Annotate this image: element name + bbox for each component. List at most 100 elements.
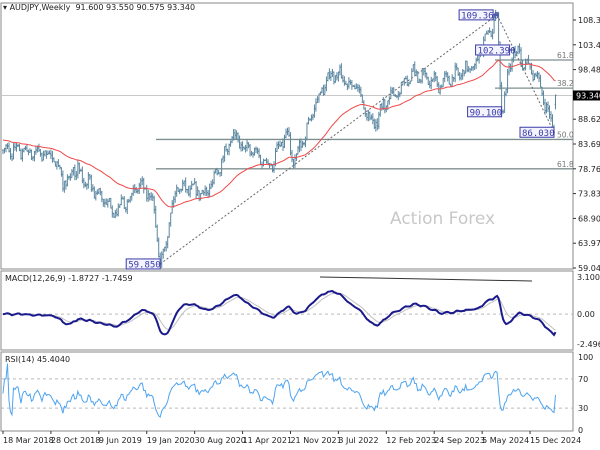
price-bar	[262, 158, 265, 167]
fib-level-label: 38.2	[557, 79, 574, 88]
price-bar	[538, 72, 541, 83]
symbol-label: AUDJPY,Weekly	[9, 3, 71, 12]
price-bar	[145, 184, 148, 202]
price-bar	[535, 72, 538, 78]
price-bar	[325, 76, 328, 92]
price-bar	[550, 111, 553, 122]
price-bar	[63, 180, 66, 193]
price-bar	[316, 96, 319, 104]
price-bar	[379, 103, 382, 117]
price-bar	[181, 179, 184, 191]
price-bar	[190, 180, 193, 190]
price-bar	[15, 142, 18, 152]
price-bar	[228, 143, 231, 156]
price-label: 102.390	[475, 44, 516, 56]
price-bar	[193, 178, 196, 185]
price-bar	[355, 83, 358, 90]
price-bar	[184, 177, 187, 193]
price-bar	[105, 198, 108, 205]
price-label-text: 86.030	[522, 129, 555, 139]
price-bar	[454, 62, 457, 83]
price-bar	[424, 67, 427, 78]
price-bar	[284, 128, 287, 139]
price-bar	[458, 72, 461, 81]
price-bar	[539, 74, 542, 88]
chart-canvas[interactable]: Action Forex 61.8 38.2 50.0 61.8 109.360 102.…	[0, 0, 600, 450]
price-bar	[313, 104, 316, 118]
price-bar	[358, 84, 361, 94]
price-bar	[241, 141, 244, 152]
y-tick-label: 88.625	[578, 115, 600, 124]
price-bar	[93, 186, 96, 199]
price-bar	[153, 195, 156, 214]
price-bar	[314, 98, 317, 112]
price-label-text: 102.390	[478, 46, 516, 56]
price-bar	[189, 185, 192, 198]
price-bar	[442, 77, 445, 88]
price-bar	[455, 63, 458, 71]
price-bar	[407, 81, 410, 87]
price-bar	[301, 140, 304, 148]
x-tick-label: 18 Mar 2018	[3, 436, 54, 445]
price-bar	[115, 208, 118, 217]
price-bar	[506, 68, 509, 94]
price-bar	[485, 30, 488, 35]
price-bar	[448, 75, 451, 85]
y-tick-label: 83.695	[578, 140, 600, 149]
price-bar	[91, 184, 94, 192]
price-bar	[219, 171, 222, 177]
price-bar	[365, 112, 368, 121]
price-bar	[338, 64, 341, 76]
price-bar	[96, 189, 99, 195]
main-panel-border	[0, 2, 574, 270]
price-bar	[37, 143, 40, 152]
price-bar	[238, 135, 241, 149]
price-bar	[25, 144, 28, 152]
price-bar	[547, 101, 550, 113]
x-tick-label: 9 Jun 2019	[99, 436, 142, 445]
price-bar	[147, 189, 150, 202]
price-bar	[374, 119, 377, 132]
price-bar	[310, 114, 313, 122]
macd-header: MACD(12,26,9) -1.8727 -1.7459	[5, 274, 133, 283]
watermark: Action Forex	[390, 209, 495, 229]
macd-y-tick-label: 3.1006	[577, 273, 600, 282]
current-price-tag-text: 93.340	[576, 91, 600, 100]
price-label-text: 90.100	[470, 108, 503, 118]
rsi-y-tick-label: 0	[578, 426, 583, 435]
price-bar	[154, 205, 157, 228]
price-bar	[433, 70, 436, 83]
price-bar	[82, 177, 85, 189]
x-tick-label: 12 Feb 2023	[386, 436, 436, 445]
collapse-triangle-icon[interactable]: ▾	[3, 3, 7, 12]
price-bar	[157, 237, 160, 258]
price-bar	[70, 169, 73, 179]
price-bar	[551, 114, 554, 128]
rsi-panel-border	[0, 351, 574, 432]
price-bar	[72, 167, 75, 176]
price-bar	[383, 98, 386, 114]
price-bar	[446, 72, 449, 82]
price-bar	[114, 209, 117, 219]
y-tick-label: 73.835	[578, 190, 600, 199]
y-tick-label: 78.765	[578, 165, 600, 174]
price-bar	[452, 76, 455, 82]
x-tick-label: 24 Sep 2023	[434, 436, 485, 445]
price-bar	[554, 94, 557, 110]
price-bar	[332, 71, 335, 85]
price-bar	[299, 138, 302, 152]
price-bar	[229, 140, 232, 147]
price-bar	[400, 81, 403, 95]
price-bar	[220, 158, 223, 176]
price-bar	[371, 113, 374, 125]
price-bar	[343, 76, 346, 86]
price-bar	[244, 144, 247, 153]
price-label-text: 109.360	[461, 11, 499, 21]
price-bar	[268, 162, 271, 169]
price-bar	[437, 82, 440, 94]
price-bar	[223, 145, 226, 162]
price-bar	[475, 57, 478, 69]
price-bar	[204, 185, 207, 196]
price-bar	[307, 117, 310, 125]
rsi-line	[2, 363, 557, 418]
